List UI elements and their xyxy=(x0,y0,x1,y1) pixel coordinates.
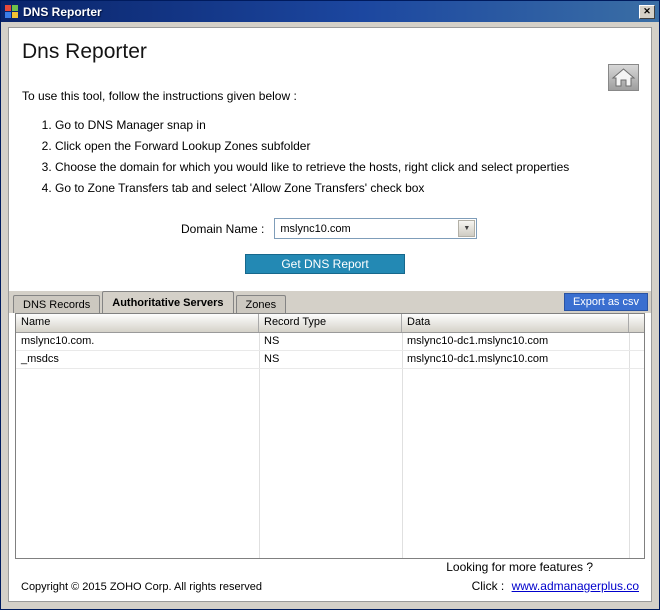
content-panel: Dns Reporter To use this tool, follow th… xyxy=(8,27,652,602)
domain-name-value: mslync10.com xyxy=(275,223,458,235)
table-row[interactable]: mslync10.com. NS mslync10-dc1.mslync10.c… xyxy=(16,333,644,351)
cell-name: _msdcs xyxy=(16,351,259,368)
table-header-row: Name Record Type Data xyxy=(16,314,644,333)
results-table: Name Record Type Data mslync10.com. NS m… xyxy=(15,313,645,559)
click-line: Click : www.admanagerplus.co xyxy=(446,579,639,593)
cell-record-type: NS xyxy=(259,351,402,368)
admanagerplus-link[interactable]: www.admanagerplus.co xyxy=(512,579,639,593)
instruction-step: Click open the Forward Lookup Zones subf… xyxy=(55,139,651,153)
export-csv-button[interactable]: Export as csv xyxy=(564,293,648,311)
tab-authoritative-servers[interactable]: Authoritative Servers xyxy=(102,291,233,313)
column-header-name[interactable]: Name xyxy=(16,314,259,332)
home-icon[interactable] xyxy=(608,64,639,91)
instructions-list: Go to DNS Manager snap in Click open the… xyxy=(55,111,651,195)
instruction-step: Choose the domain for which you would li… xyxy=(55,160,651,174)
page-title: Dns Reporter xyxy=(22,40,651,64)
footer: Copyright © 2015 ZOHO Corp. All rights r… xyxy=(9,559,651,601)
tab-dns-records[interactable]: DNS Records xyxy=(13,295,100,313)
window-frame: Dns Reporter To use this tool, follow th… xyxy=(1,22,659,609)
promo-block: Looking for more features ? Click : www.… xyxy=(446,560,639,593)
domain-name-label: Domain Name : xyxy=(181,222,264,236)
cell-record-type: NS xyxy=(259,333,402,350)
instruction-step: Go to DNS Manager snap in xyxy=(55,118,651,132)
instruction-step: Go to Zone Transfers tab and select 'All… xyxy=(55,181,651,195)
promo-text: Looking for more features ? xyxy=(446,560,639,574)
domain-form-row: Domain Name : mslync10.com ▼ xyxy=(181,218,651,239)
chevron-down-icon[interactable]: ▼ xyxy=(458,220,475,237)
copyright-text: Copyright © 2015 ZOHO Corp. All rights r… xyxy=(21,581,262,593)
window-title: DNS Reporter xyxy=(23,5,634,19)
cell-name: mslync10.com. xyxy=(16,333,259,350)
tab-zones[interactable]: Zones xyxy=(236,295,287,313)
instructions-intro: To use this tool, follow the instruction… xyxy=(22,89,651,103)
cell-data: mslync10-dc1.mslync10.com xyxy=(402,333,629,350)
tab-strip: DNS Records Authoritative Servers Zones … xyxy=(9,291,651,313)
domain-name-combobox[interactable]: mslync10.com ▼ xyxy=(274,218,477,239)
get-dns-report-button[interactable]: Get DNS Report xyxy=(245,254,405,274)
table-row[interactable]: _msdcs NS mslync10-dc1.mslync10.com xyxy=(16,351,644,369)
app-icon xyxy=(5,5,18,18)
column-header-data[interactable]: Data xyxy=(402,314,629,332)
titlebar[interactable]: DNS Reporter ✕ xyxy=(1,1,659,22)
cell-data: mslync10-dc1.mslync10.com xyxy=(402,351,629,368)
column-header-stub xyxy=(629,314,644,332)
dns-reporter-window: DNS Reporter ✕ Dns Reporter To use this … xyxy=(0,0,660,610)
close-button[interactable]: ✕ xyxy=(639,5,655,19)
click-label: Click : xyxy=(472,579,505,593)
column-header-record-type[interactable]: Record Type xyxy=(259,314,402,332)
table-body: mslync10.com. NS mslync10-dc1.mslync10.c… xyxy=(16,333,644,558)
